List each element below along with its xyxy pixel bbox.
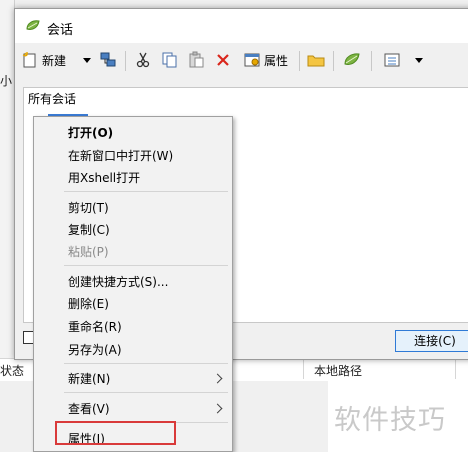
view-button[interactable]: [383, 49, 401, 71]
menu-item-open-with-xshell[interactable]: 用Xshell打开: [68, 169, 140, 186]
chevron-down-icon: [83, 57, 91, 63]
properties-label: 属性: [264, 53, 289, 68]
menu-separator: [64, 392, 228, 393]
menu-item-new[interactable]: 新建(N): [68, 370, 110, 387]
background-side-label: 小: [0, 74, 13, 88]
highlight-annotation-box: [55, 421, 176, 445]
view-list-icon: [384, 53, 400, 67]
menu-item-view[interactable]: 查看(V): [68, 400, 110, 417]
new-dropdown-button[interactable]: [83, 49, 91, 71]
scissors-icon: [136, 52, 150, 68]
network-computers-icon: [100, 52, 116, 67]
xshell-button[interactable]: [343, 49, 361, 71]
menu-separator: [64, 363, 228, 364]
background-left-pane: [0, 0, 15, 360]
menu-item-paste: 粘贴(P): [68, 245, 109, 259]
column-divider[interactable]: [455, 359, 456, 379]
column-header-local-path[interactable]: 本地路径: [314, 362, 362, 379]
connect-toolbar-button[interactable]: [99, 49, 117, 71]
new-folder-button[interactable]: [307, 49, 325, 71]
menu-item-open-new-window[interactable]: 在新窗口中打开(W): [68, 147, 173, 164]
toolbar-separator: [125, 51, 126, 71]
menu-separator: [64, 191, 228, 192]
xshell-leaf-icon: [344, 53, 360, 65]
folder-leaf-icon: [26, 20, 40, 30]
column-header-status[interactable]: 状态: [0, 362, 24, 379]
delete-button[interactable]: [215, 49, 231, 71]
menu-item-rename[interactable]: 重命名(R): [68, 318, 122, 335]
session-tree-header: 所有会话: [23, 87, 468, 109]
new-session-button[interactable]: 新建: [21, 49, 66, 71]
folder-icon: [307, 55, 325, 67]
column-divider[interactable]: [303, 359, 304, 379]
toolbar-separator: [299, 51, 300, 71]
new-document-icon: [22, 52, 36, 68]
view-dropdown-button[interactable]: [415, 49, 423, 71]
context-menu: 打开(O) 在新窗口中打开(W) 用Xshell打开 剪切(T) 复制(C) 粘…: [33, 116, 233, 452]
window-title: 会话: [47, 23, 74, 38]
properties-icon: [244, 53, 260, 67]
toolbar-separator: [333, 51, 334, 71]
menu-item-copy[interactable]: 复制(C): [68, 221, 110, 238]
paste-icon: [189, 51, 204, 68]
menu-item-cut[interactable]: 剪切(T): [68, 199, 109, 216]
delete-x-icon: [217, 54, 229, 66]
cut-button[interactable]: [135, 49, 151, 71]
properties-button[interactable]: 属性: [243, 49, 288, 71]
copy-icon: [162, 52, 177, 68]
paste-button[interactable]: [187, 49, 205, 71]
all-sessions-label: 所有会话: [28, 92, 77, 106]
title-bar[interactable]: 会话: [15, 9, 468, 43]
new-session-label: 新建: [42, 53, 67, 68]
chevron-right-icon: [212, 403, 223, 414]
menu-item-save-as[interactable]: 另存为(A): [68, 341, 122, 358]
chevron-right-icon: [212, 373, 223, 384]
toolbar-separator: [371, 51, 372, 71]
menu-item-open[interactable]: 打开(O): [68, 124, 113, 141]
chevron-down-icon: [415, 57, 423, 63]
copy-button[interactable]: [161, 49, 179, 71]
watermark-text: 软件技巧: [334, 405, 446, 436]
menu-item-create-shortcut[interactable]: 创建快捷方式(S)...: [68, 273, 168, 290]
connect-button[interactable]: 连接(C): [395, 330, 468, 352]
menu-separator: [64, 265, 228, 266]
toolbar: 新建 属性: [15, 43, 468, 77]
menu-item-delete[interactable]: 删除(E): [68, 295, 109, 312]
